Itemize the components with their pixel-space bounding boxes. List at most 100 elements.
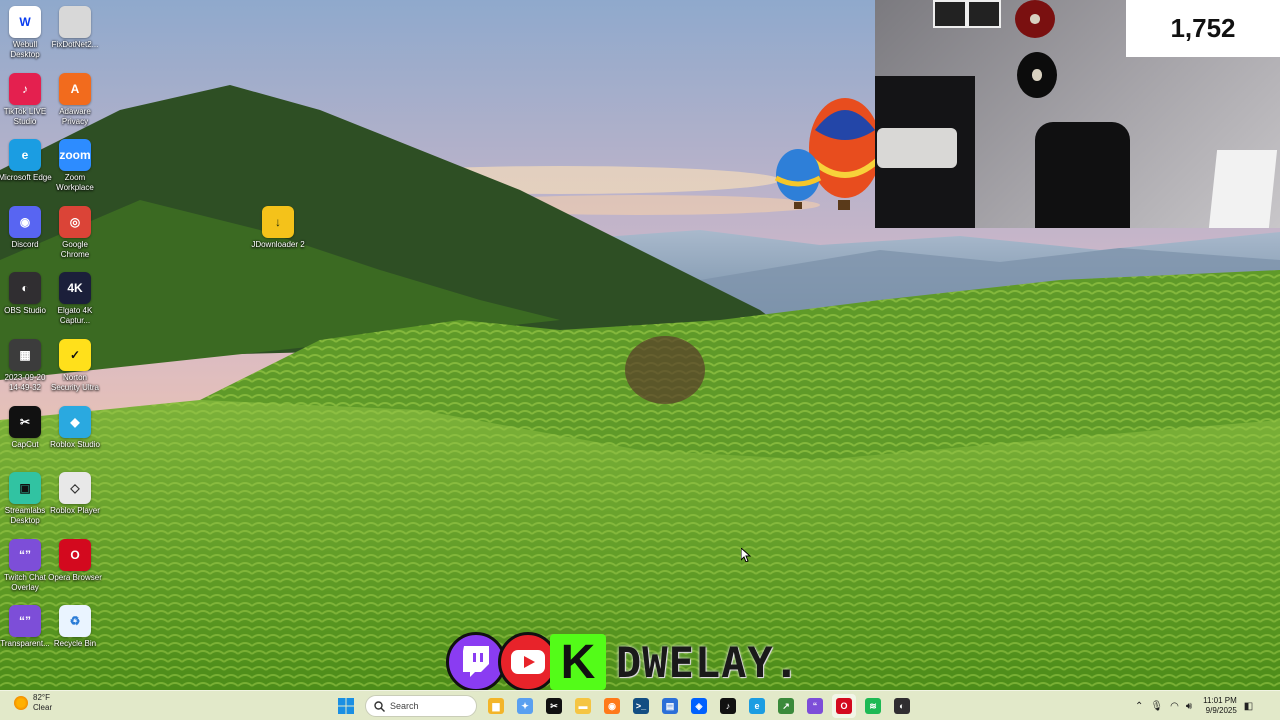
adaware-icon: A xyxy=(59,72,91,105)
roblox-player-icon: ◇ xyxy=(59,472,91,505)
weather-widget[interactable]: 82°F Clear xyxy=(14,693,52,713)
wall-frame-2 xyxy=(967,0,1001,28)
store-icon: ▤ xyxy=(662,698,678,714)
start-button[interactable] xyxy=(334,694,358,718)
vinyl-record-black xyxy=(1017,52,1057,98)
desktop-icon-label: OBS Studio xyxy=(4,306,46,316)
transparent-overlay-icon: “” xyxy=(9,605,41,638)
taskbar-app-button[interactable]: ▤ xyxy=(658,694,682,718)
taskbar-center: ▆ ✦ ✂ ▬ ◉ >_ ▤ ◈ ♪ e ↗ “ O ≋ ◐ xyxy=(334,691,914,720)
taskbar-app-button[interactable]: O xyxy=(832,694,856,718)
taskbar-app-button[interactable]: “ xyxy=(803,694,827,718)
desktop-icon-label: JDownloader 2 xyxy=(251,240,305,249)
video-file-icon: ▦ xyxy=(9,339,41,371)
taskbar-app-button[interactable]: ♪ xyxy=(716,694,740,718)
search-icon xyxy=(374,700,385,712)
opera-icon: O xyxy=(59,538,91,571)
search-input[interactable] xyxy=(390,701,460,711)
weather-condition: Clear xyxy=(33,703,53,712)
norton-icon: ✓ xyxy=(59,339,91,371)
desktop-icon-label: Webull Desktop xyxy=(10,40,40,59)
volume-icon[interactable]: 🔊︎ xyxy=(1186,701,1192,712)
taskbar-app-button[interactable]: ✂ xyxy=(542,694,566,718)
obs-icon: ◐ xyxy=(9,272,41,305)
chart-app-icon: ↗ xyxy=(778,698,794,714)
taskbar-app-button[interactable]: ≋ xyxy=(861,694,885,718)
show-hidden-icons-chevron-icon[interactable]: ⌃ xyxy=(1135,701,1143,712)
desktop-icon-label: Google Chrome xyxy=(60,239,90,259)
wifi-icon[interactable]: ◠ xyxy=(1170,701,1179,712)
clock-date: 9/9/2025 xyxy=(1205,706,1237,715)
taskbar-app-button[interactable]: e xyxy=(745,694,769,718)
terminal-icon: >_ xyxy=(633,698,649,714)
taskbar-app-button[interactable]: ◉ xyxy=(600,694,624,718)
taskbar-app-button[interactable]: ◈ xyxy=(687,694,711,718)
desktop-icon-jdownloader[interactable]: ↓ JDownloader 2 xyxy=(251,206,305,250)
desktop-icon[interactable]: W Webull Desktop xyxy=(0,6,50,60)
chrome-icon: ◎ xyxy=(59,205,91,238)
taskbar-app-button[interactable]: ▆ xyxy=(484,694,508,718)
desktop-icon[interactable]: ▣ Streamlabs Desktop xyxy=(0,472,50,526)
file-explorer-icon: ▆ xyxy=(488,698,504,714)
viewer-counter: 1,752 xyxy=(1126,0,1280,57)
taskbar: 82°F Clear ▆ ✦ ✂ ▬ ◉ >_ ▤ ◈ ♪ e ↗ “ O ≋ ◐ ⌃ 🎙︎ ◠ 🔊︎ 11… xyxy=(0,690,1280,720)
capcut-taskbar-icon: ✂ xyxy=(546,698,562,714)
desktop-icon-label: Norton Security Ultra xyxy=(50,373,99,392)
desktop-icon[interactable]: 4K Elgato 4K Captur... xyxy=(50,272,100,326)
notification-bell-icon[interactable]: ◧ xyxy=(1244,701,1253,712)
desktop-icon[interactable]: ◎ Google Chrome xyxy=(50,205,100,260)
desktop-icon[interactable]: zoom Zoom Workplace xyxy=(50,139,100,193)
desktop-icon[interactable]: e Microsoft Edge xyxy=(0,139,52,183)
edge-icon: e xyxy=(9,139,41,172)
desktop-icon[interactable]: ✂ CapCut xyxy=(0,405,50,450)
file-icon xyxy=(59,6,91,38)
desktop-icon[interactable]: ◇ Roblox Player xyxy=(50,472,100,516)
desktop-icon[interactable]: A Adaware Privacy xyxy=(50,72,100,127)
desktop-icon[interactable]: ▦ 2023-09-20 14-49-32 xyxy=(0,339,50,393)
desktop-icon-label: Microsoft Edge xyxy=(0,173,52,183)
desktop-icon-label: Transparent... xyxy=(0,639,50,649)
taskbar-search[interactable] xyxy=(365,695,477,717)
youtube-logo-icon xyxy=(498,632,558,692)
webcam-chair xyxy=(1035,122,1130,228)
webcam-whiteboard xyxy=(1208,150,1278,228)
desktop-icon[interactable]: FixDotNet2... xyxy=(50,6,100,50)
microphone-icon[interactable]: 🎙︎ xyxy=(1150,701,1163,712)
stream-brand-overlay: K DWELAY. xyxy=(446,630,800,694)
desktop-icon[interactable]: ◆ Roblox Studio xyxy=(50,405,100,450)
recycle-bin-icon: ♻ xyxy=(59,605,91,638)
taskbar-app-button[interactable]: ↗ xyxy=(774,694,798,718)
desktop-icon-label: Roblox Studio xyxy=(50,439,100,449)
system-tray: ⌃ 🎙︎ ◠ 🔊︎ 11:01 PM 9/9/2025 ◧ xyxy=(1135,691,1253,720)
desktop-icon[interactable]: ✓ Norton Security Ultra xyxy=(50,339,100,393)
desktop-icon[interactable]: ♪ TikTok LIVE Studio xyxy=(0,72,50,127)
desktop-icon[interactable]: “” Twitch Chat Overlay xyxy=(0,538,50,593)
taskbar-app-button[interactable]: ▬ xyxy=(571,694,595,718)
taskbar-app-list: ▆ ✦ ✂ ▬ ◉ >_ ▤ ◈ ♪ e ↗ “ O ≋ ◐ xyxy=(484,694,914,718)
channel-name: DWELAY. xyxy=(616,637,801,687)
chat-taskbar-icon: “ xyxy=(807,698,823,714)
desktop-icon[interactable]: ◉ Discord xyxy=(0,205,50,250)
roblox-studio-icon: ◆ xyxy=(59,405,91,438)
desktop-icon[interactable]: ♻ Recycle Bin xyxy=(50,605,100,649)
desktop-icon-label: Twitch Chat Overlay xyxy=(4,572,46,592)
desktop-icon-label: Opera Browser xyxy=(48,572,102,582)
desktop-icon[interactable]: “” Transparent... xyxy=(0,605,50,649)
taskbar-clock[interactable]: 11:01 PM 9/9/2025 xyxy=(1203,696,1237,716)
taskbar-app-button[interactable]: >_ xyxy=(629,694,653,718)
desktop-icon-label: Streamlabs Desktop xyxy=(4,506,46,526)
taskbar-app-button[interactable]: ◐ xyxy=(890,694,914,718)
desktop-icon[interactable]: ◐ OBS Studio xyxy=(0,272,50,316)
desktop-icon-label: Elgato 4K Captur... xyxy=(57,306,93,326)
taskbar-app-button[interactable]: ✦ xyxy=(513,694,537,718)
elgato-icon: 4K xyxy=(59,272,91,305)
tiktok-icon: ♪ xyxy=(720,698,736,714)
streamlabs-icon: ▣ xyxy=(9,472,41,505)
windows-logo-icon xyxy=(338,698,354,714)
folder-icon: ▬ xyxy=(575,698,591,714)
desktop-icon[interactable]: O Opera Browser xyxy=(48,538,102,583)
desktop-icon-label: TikTok LIVE Studio xyxy=(3,106,47,126)
desktop-icon-label: FixDotNet2... xyxy=(51,40,99,49)
opera-taskbar-icon: O xyxy=(836,698,852,714)
chat-overlay-icon: “” xyxy=(9,538,41,571)
